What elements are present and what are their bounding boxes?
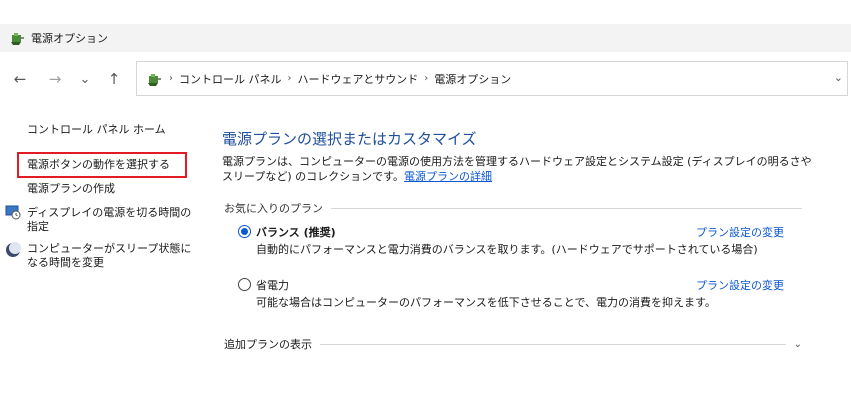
divider xyxy=(331,207,802,209)
plan-power-saver-name[interactable]: 省電力 xyxy=(256,277,289,293)
up-arrow-icon: ↑ xyxy=(107,70,121,88)
plan-power-saver-settings-link[interactable]: プラン設定の変更 xyxy=(696,277,784,293)
sidebar-item-display-off[interactable]: ディスプレイの電源を切る時間の指定 xyxy=(27,206,197,234)
sidebar-item-create-plan[interactable]: 電源プランの作成 xyxy=(27,182,115,196)
sidebar-control-panel-home[interactable]: コントロール パネル ホーム xyxy=(27,123,166,137)
back-button[interactable]: ← xyxy=(9,68,31,90)
plan-balanced-name[interactable]: バランス (推奨) xyxy=(256,224,336,240)
more-plans-expander[interactable]: 追加プランの表示 ⌄ xyxy=(224,336,802,352)
address-bar[interactable]: › コントロール パネル › ハードウェアとサウンド › 電源オプション ⌄ xyxy=(136,61,848,96)
sidebar-item-sleep-time[interactable]: コンピューターがスリープ状態になる時間を変更 xyxy=(27,242,192,270)
page-title: 電源プランの選択またはカスタマイズ xyxy=(222,130,477,148)
breadcrumb-hardware-sound[interactable]: ハードウェアとサウンド xyxy=(298,71,419,87)
breadcrumb-separator[interactable]: › xyxy=(424,73,428,84)
plan-balanced-description: 自動的にパフォーマンスと電力消費のバランスを取ります。(ハードウェアでサポートさ… xyxy=(256,243,758,256)
divider xyxy=(320,343,786,345)
window-title: 電源オプション xyxy=(31,32,108,45)
title-bar: 電源オプション xyxy=(0,24,851,52)
breadcrumb-separator[interactable]: › xyxy=(169,73,173,84)
favorites-label: お気に入りのプラン xyxy=(224,202,323,215)
chevron-down-icon: ⌄ xyxy=(79,71,91,87)
back-arrow-icon: ← xyxy=(13,70,27,88)
sidebar-item-power-button-action[interactable]: 電源ボタンの動作を選択する xyxy=(27,158,170,172)
power-options-icon xyxy=(148,73,161,86)
sleep-moon-icon xyxy=(5,242,21,262)
breadcrumb-control-panel[interactable]: コントロール パネル xyxy=(179,71,282,87)
plan-balanced-radio[interactable] xyxy=(238,225,251,238)
plan-power-saver-description: 可能な場合はコンピューターのパフォーマンスを低下させることで、電力の消費を抑えま… xyxy=(256,296,716,309)
recent-locations-button[interactable]: ⌄ xyxy=(74,68,96,90)
chevron-down-icon[interactable]: ⌄ xyxy=(794,339,802,350)
plan-balanced-settings-link[interactable]: プラン設定の変更 xyxy=(696,224,784,240)
description-text: 電源プランは、コンピューターの電源の使用方法を管理するハードウェア設定とシステム… xyxy=(222,155,812,183)
up-button[interactable]: ↑ xyxy=(103,68,125,90)
more-plans-label[interactable]: 追加プランの表示 xyxy=(224,336,312,352)
favorites-group-header: お気に入りのプラン xyxy=(224,200,802,216)
address-dropdown-icon[interactable]: ⌄ xyxy=(834,71,843,84)
navigation-bar: ← → ⌄ ↑ › コントロール パネル › ハードウェアとサウンド › 電源オ… xyxy=(0,60,851,100)
plan-details-link[interactable]: 電源プランの詳細 xyxy=(404,170,492,183)
page-description: 電源プランは、コンピューターの電源の使用方法を管理するハードウェア設定とシステム… xyxy=(222,154,812,184)
forward-button[interactable]: → xyxy=(44,68,66,90)
display-timer-icon xyxy=(5,204,21,224)
breadcrumb-power-options[interactable]: 電源オプション xyxy=(434,71,511,87)
forward-arrow-icon: → xyxy=(48,70,62,88)
breadcrumb-separator[interactable]: › xyxy=(288,73,292,84)
power-options-icon xyxy=(11,33,24,45)
plan-power-saver-radio[interactable] xyxy=(238,278,251,291)
